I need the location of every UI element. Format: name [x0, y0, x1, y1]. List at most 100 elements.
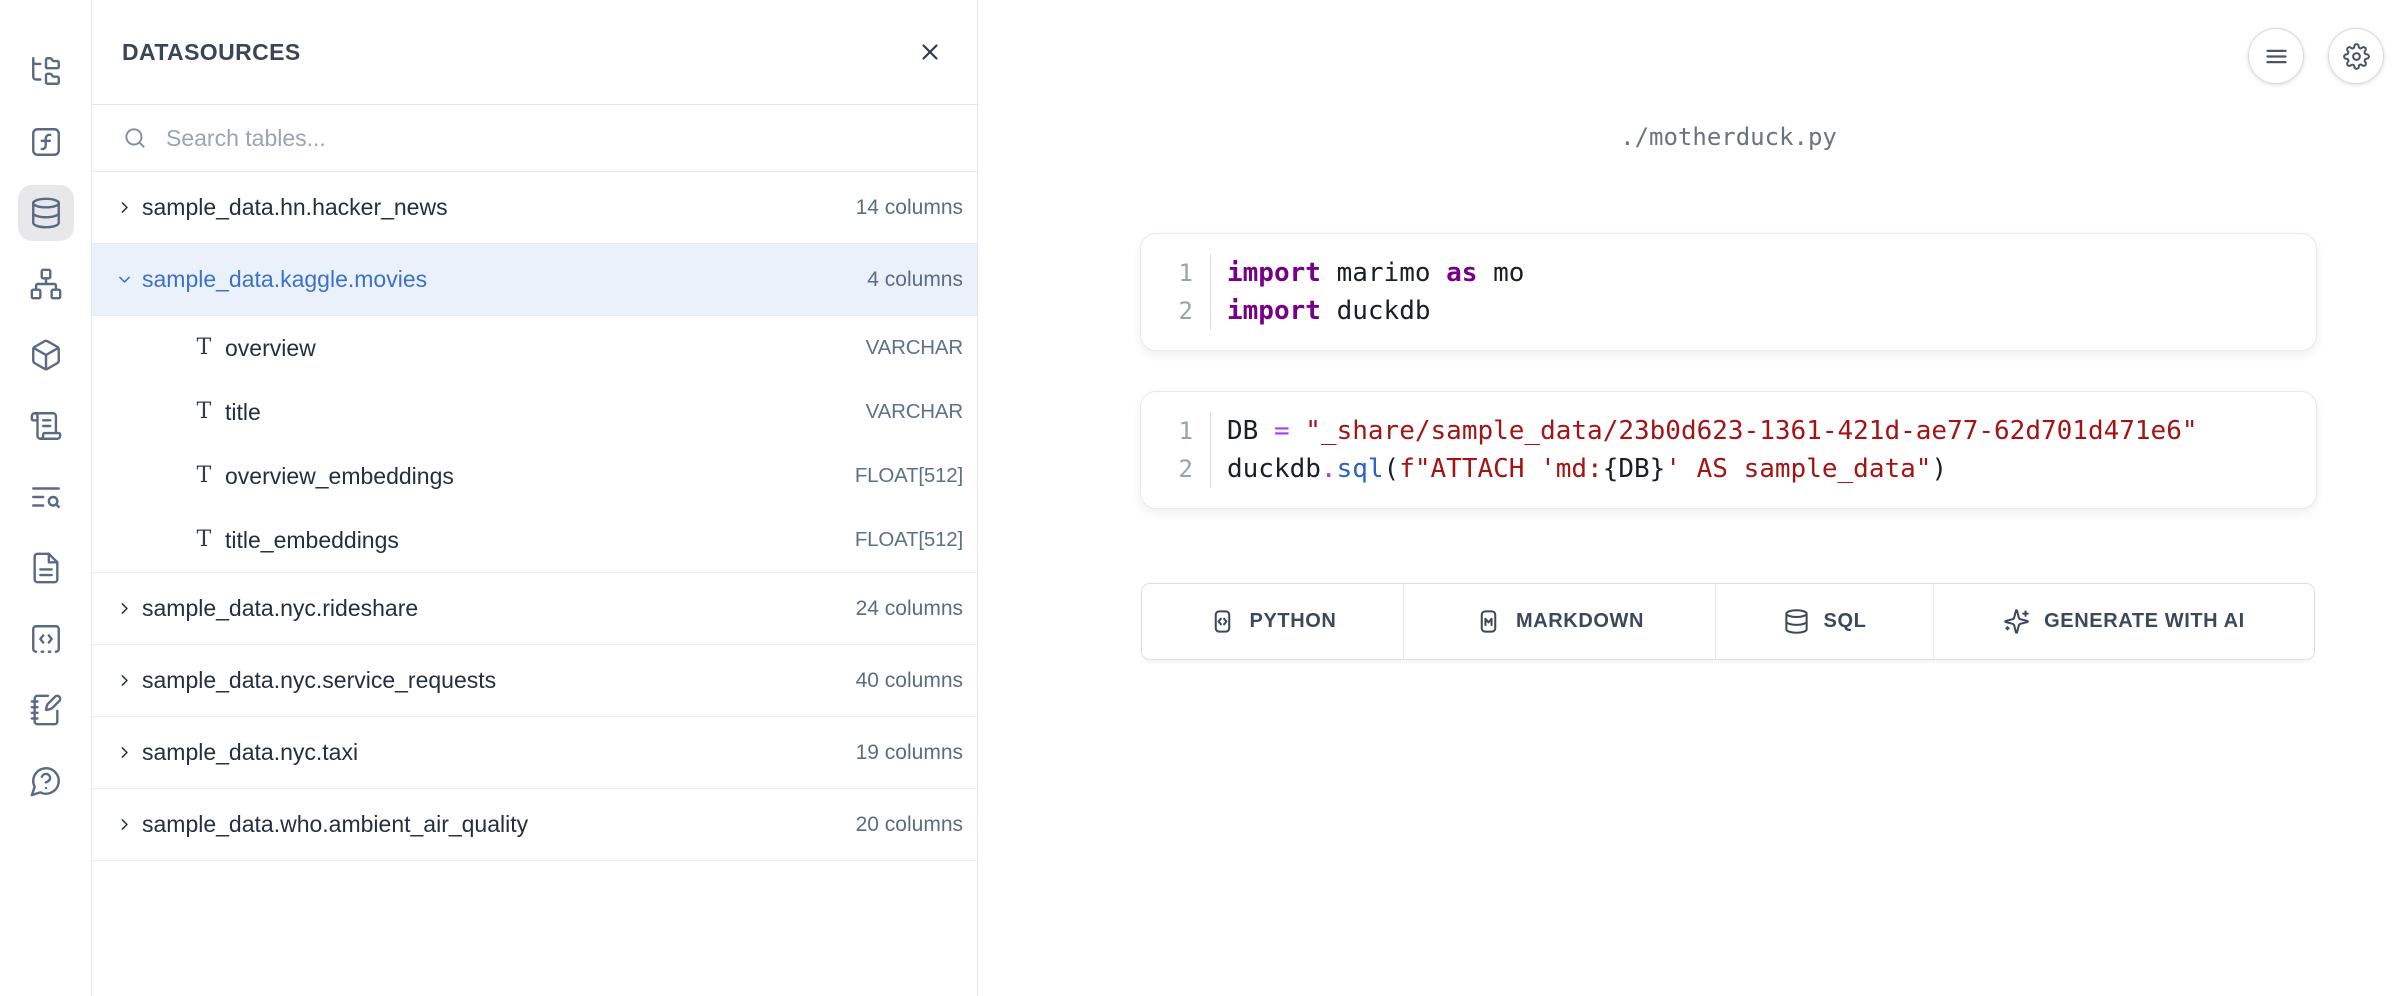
search-tables-input[interactable]: [166, 125, 947, 152]
chevron-right-icon: [116, 816, 133, 833]
line-number: 2: [1141, 450, 1193, 488]
cell-code[interactable]: import marimo as moimport duckdb: [1211, 254, 1524, 330]
chevron-right-icon: [116, 600, 133, 617]
chevron-right-icon: [116, 600, 133, 617]
sidebar-item-variables[interactable]: [18, 114, 74, 170]
notebook-pen-icon: [29, 693, 63, 727]
datasource-table-list: sample_data.hn.hacker_news 14 columns sa…: [92, 172, 977, 861]
sidebar-item-scratchpad[interactable]: [18, 682, 74, 738]
add-cell-button-label: GENERATE WITH AI: [2044, 610, 2245, 633]
chevron-right-icon: [116, 672, 133, 689]
datasource-table: sample_data.nyc.taxi 19 columns: [92, 717, 977, 789]
close-panel-button[interactable]: [913, 35, 947, 69]
sidebar-item-datasources[interactable]: [18, 185, 74, 241]
table-column-count: 24 columns: [856, 597, 963, 621]
table-row-toggle[interactable]: sample_data.nyc.rideshare 24 columns: [92, 573, 977, 645]
text-type-icon: T: [192, 401, 216, 423]
datasources-panel-header: DATASOURCES: [92, 0, 977, 105]
list-search-icon: [29, 480, 63, 514]
scroll-icon: [29, 409, 63, 443]
table-row-toggle[interactable]: sample_data.nyc.taxi 19 columns: [92, 717, 977, 789]
datasource-table: sample_data.who.ambient_air_quality 20 c…: [92, 789, 977, 861]
sidebar-item-help[interactable]: [18, 753, 74, 809]
table-row-toggle[interactable]: sample_data.kaggle.movies 4 columns: [92, 244, 977, 316]
table-name: sample_data.nyc.service_requests: [142, 667, 496, 694]
chevron-right-icon: [116, 199, 133, 216]
gear-icon: [2343, 43, 2370, 70]
activity-bar: [0, 0, 92, 996]
column-type: FLOAT[512]: [855, 528, 963, 552]
line-number: 1: [1141, 412, 1193, 450]
chevron-right-icon: [116, 672, 133, 689]
text-type-icon: T: [192, 529, 216, 551]
panel-title: DATASOURCES: [122, 39, 301, 66]
line-number: 2: [1141, 292, 1193, 330]
sidebar-item-logs[interactable]: [18, 469, 74, 525]
column-name: overview_embeddings: [225, 463, 454, 490]
text-type-icon: T: [192, 337, 216, 359]
add-cell-generate-with-ai-button[interactable]: GENERATE WITH AI: [1934, 584, 2314, 659]
database-icon: [29, 196, 63, 230]
column-row[interactable]: T overview_embeddings FLOAT[512]: [92, 444, 977, 508]
box-icon: [29, 338, 63, 372]
code-cell[interactable]: 12 DB = "_share/sample_data/23b0d623-136…: [1140, 391, 2317, 509]
close-icon: [917, 39, 943, 65]
table-row-toggle[interactable]: sample_data.who.ambient_air_quality 20 c…: [92, 789, 977, 861]
code-window-icon: [1209, 608, 1236, 635]
folder-tree-icon: [29, 54, 63, 88]
cell-list: 12 import marimo as moimport duckdb12 DB…: [1140, 233, 2317, 509]
table-column-count: 20 columns: [856, 813, 963, 837]
column-row[interactable]: T overview VARCHAR: [92, 316, 977, 380]
chevron-right-icon: [116, 816, 133, 833]
notebook-filename[interactable]: ./motherduck.py: [1140, 123, 2317, 151]
column-type: VARCHAR: [866, 400, 963, 424]
sidebar-item-file-explorer[interactable]: [18, 43, 74, 99]
add-cell-button-label: PYTHON: [1250, 610, 1337, 633]
sidebar-item-outline[interactable]: [18, 398, 74, 454]
add-cell-toolbar: PYTHON MARKDOWN SQL GENERATE WITH AI: [1141, 583, 2315, 660]
table-row-toggle[interactable]: sample_data.hn.hacker_news 14 columns: [92, 172, 977, 244]
datasource-table: sample_data.hn.hacker_news 14 columns: [92, 172, 977, 244]
code-line: import duckdb: [1227, 292, 1524, 330]
column-name: title_embeddings: [225, 527, 399, 554]
table-name: sample_data.kaggle.movies: [142, 266, 427, 293]
code-square-icon: [29, 622, 63, 656]
sidebar-item-packages[interactable]: [18, 327, 74, 383]
database-icon: [1783, 608, 1810, 635]
table-row-toggle[interactable]: sample_data.nyc.service_requests 40 colu…: [92, 645, 977, 717]
table-columns: T overview VARCHAR T title VARCHAR T ove…: [92, 316, 977, 573]
add-cell-python-button[interactable]: PYTHON: [1142, 584, 1404, 659]
notebook-area: ./motherduck.py 12 import marimo as moim…: [978, 0, 2399, 996]
markdown-icon: [1475, 608, 1502, 635]
column-row[interactable]: T title VARCHAR: [92, 380, 977, 444]
settings-button[interactable]: [2328, 28, 2384, 84]
notebook-menu-button[interactable]: [2248, 28, 2304, 84]
column-row[interactable]: T title_embeddings FLOAT[512]: [92, 508, 977, 572]
code-line: DB = "_share/sample_data/23b0d623-1361-4…: [1227, 412, 2198, 450]
help-chat-icon: [29, 764, 63, 798]
search-icon: [122, 125, 148, 151]
sidebar-item-snippets[interactable]: [18, 611, 74, 667]
sidebar-item-dependency-graph[interactable]: [18, 256, 74, 312]
table-search: [92, 105, 977, 172]
hamburger-menu-icon: [2263, 43, 2290, 70]
table-name: sample_data.nyc.rideshare: [142, 595, 418, 622]
datasource-table: sample_data.nyc.rideshare 24 columns: [92, 573, 977, 645]
code-cell[interactable]: 12 import marimo as moimport duckdb: [1140, 233, 2317, 351]
table-column-count: 4 columns: [867, 268, 963, 292]
chevron-right-icon: [116, 744, 133, 761]
add-cell-button-label: MARKDOWN: [1516, 610, 1644, 633]
network-icon: [29, 267, 63, 301]
code-line: import marimo as mo: [1227, 254, 1524, 292]
code-line: duckdb.sql(f"ATTACH 'md:{DB}' AS sample_…: [1227, 450, 2198, 488]
file-text-icon: [29, 551, 63, 585]
cell-code[interactable]: DB = "_share/sample_data/23b0d623-1361-4…: [1211, 412, 2198, 488]
add-cell-markdown-button[interactable]: MARKDOWN: [1404, 584, 1716, 659]
add-cell-button-label: SQL: [1824, 610, 1867, 633]
sidebar-item-documentation[interactable]: [18, 540, 74, 596]
add-cell-sql-button[interactable]: SQL: [1716, 584, 1934, 659]
line-number: 1: [1141, 254, 1193, 292]
chevron-down-icon: [116, 271, 133, 288]
datasource-table: sample_data.kaggle.movies 4 columns T ov…: [92, 244, 977, 573]
table-name: sample_data.nyc.taxi: [142, 739, 358, 766]
